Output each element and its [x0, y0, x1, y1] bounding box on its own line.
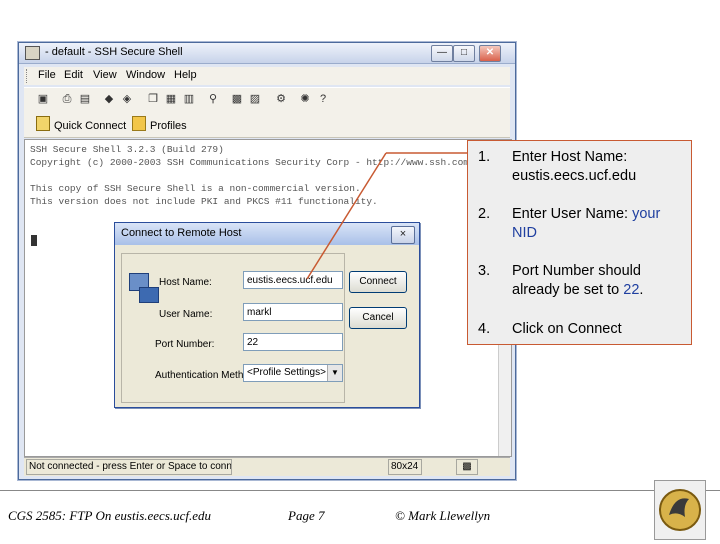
- step-text: Port Number should already be set to 22.: [512, 262, 687, 300]
- step-text-part: Enter User Name:: [512, 206, 633, 222]
- footer-course: CGS 2585: FTP On eustis.eecs.ucf.edu: [8, 508, 212, 523]
- arrow-to-host-field: [306, 152, 387, 280]
- step-number: 3.: [478, 263, 491, 279]
- step-text: Enter Host Name: eustis.eecs.ucf.edu: [512, 149, 637, 184]
- footer-page: Page 7: [288, 508, 325, 523]
- footer-author: © Mark Llewellyn: [395, 508, 491, 523]
- instruction-box: 1. Enter Host Name: eustis.eecs.ucf.edu …: [467, 140, 692, 345]
- pegasus-logo-icon: [659, 489, 701, 531]
- step-text: Click on Connect: [512, 321, 622, 337]
- step-number: 1.: [478, 149, 491, 165]
- step-text-part: .: [639, 282, 644, 298]
- step-number: 4.: [478, 321, 491, 337]
- ucf-logo: [654, 480, 706, 540]
- step-text: Enter User Name: your NID: [512, 205, 687, 243]
- step-number: 2.: [478, 206, 491, 222]
- step-text-part: Port Number should already be set to: [512, 263, 641, 298]
- footer-divider: [0, 490, 720, 491]
- step-highlight: 22: [623, 282, 640, 298]
